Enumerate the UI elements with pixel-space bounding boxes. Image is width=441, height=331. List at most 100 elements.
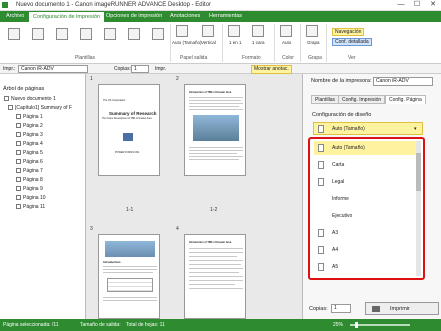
tree-page[interactable]: Página 1 [16, 114, 43, 120]
dropdown-item-label: Legal [332, 179, 345, 185]
page-size-icon [318, 178, 324, 186]
paper-size-combo[interactable]: Auto (Tamaño) ▾ [313, 122, 423, 135]
text-line [189, 150, 243, 151]
tree-page[interactable]: Página 8 [16, 177, 43, 183]
text-line [189, 284, 235, 285]
color-icon[interactable] [280, 25, 292, 37]
template-icon[interactable] [8, 28, 20, 40]
template-icon[interactable] [128, 28, 140, 40]
paper-size-label[interactable]: Auto (Tamaño) [172, 40, 202, 45]
page-icon [16, 159, 21, 165]
scrollbar-thumb[interactable] [416, 153, 421, 191]
page-icon [16, 168, 21, 174]
tree-page-label: Página 10 [23, 195, 46, 201]
template-icon[interactable] [32, 28, 44, 40]
orientation-label[interactable]: Vertical [201, 40, 216, 45]
copies-input[interactable]: 1 [131, 65, 149, 73]
text-line [189, 97, 243, 98]
tree-page[interactable]: Página 3 [16, 132, 43, 138]
tree-page[interactable]: Página 5 [16, 150, 43, 156]
printer-icon [372, 306, 380, 312]
page-thumbnail-1[interactable]: The UK Corporation Summary of Research T… [98, 84, 160, 176]
staple-label[interactable]: Grapa [307, 40, 320, 45]
color-label[interactable]: Auto [282, 40, 291, 45]
tab-herramientas[interactable]: Herramientas [205, 11, 246, 22]
template-icon[interactable] [104, 28, 116, 40]
close-button[interactable]: ✕ [425, 0, 441, 10]
print-button[interactable]: Imprimir [365, 302, 439, 315]
page-thumbnail-2[interactable]: Introduction of TBD of Greater Area [184, 84, 246, 176]
page-icon [16, 150, 21, 156]
dropdown-item-a4[interactable]: A4 [314, 243, 419, 257]
pages-per-sheet-icon[interactable] [228, 25, 240, 37]
ribbon-tabs: Archivo Configuración de impresión Opcio… [0, 11, 441, 22]
staple-icon[interactable] [306, 25, 318, 37]
app-icon [2, 2, 8, 8]
page-size-icon [318, 161, 324, 169]
tree-root[interactable]: Nuevo documento 1 [4, 96, 56, 102]
group-label-plantillas: Plantillas [74, 55, 95, 61]
page-preview-area[interactable]: 1 2 The UK Corporation Summary of Resear… [86, 74, 302, 319]
zoom-level: 25% [333, 322, 344, 328]
tab-anotaciones[interactable]: Anotaciones [166, 11, 204, 22]
dropdown-item-legal[interactable]: Legal [314, 175, 419, 189]
output-size-status: Tamaño de salida: [80, 322, 121, 328]
page-number: 4 [176, 226, 179, 232]
page-size-icon [318, 263, 324, 271]
orientation-icon[interactable] [202, 25, 214, 37]
tab-plantillas[interactable]: Plantillas [311, 95, 340, 104]
template-icon[interactable] [152, 28, 164, 40]
dropdown-item-ejecutivo[interactable]: Ejecutivo [314, 209, 419, 223]
navigation-toggle[interactable]: Navegación [332, 28, 365, 36]
tab-config-impresion[interactable]: Config. Impresión [338, 95, 386, 104]
minimize-button[interactable]: — [393, 0, 409, 10]
tab-configuracion-impresion[interactable]: Configuración de impresión [28, 11, 105, 22]
print-button[interactable]: Impr. [155, 66, 166, 72]
paper-size-icon[interactable] [176, 25, 188, 37]
tab-archivo[interactable]: Archivo [2, 11, 28, 22]
printer-name-select[interactable]: Canon iR-ADV [373, 77, 433, 86]
text-line [189, 103, 243, 104]
tree-page[interactable]: Página 7 [16, 168, 43, 174]
tab-opciones-impresion[interactable]: Opciones de impresión [102, 11, 166, 22]
text-line [103, 272, 153, 273]
zoom-slider-thumb[interactable] [355, 322, 358, 328]
copies-input[interactable]: 1 [331, 304, 351, 313]
page-number: 1 [90, 76, 93, 82]
tab-config-pagina[interactable]: Config. Página [385, 95, 426, 104]
tree-page[interactable]: Página 10 [16, 195, 46, 201]
photo-image [193, 115, 239, 141]
window-title: Nuevo documento 1 - Canon imageRUNNER AD… [16, 2, 211, 8]
tree-page[interactable]: Página 11 [16, 204, 45, 210]
dropdown-item-a5[interactable]: A5 [314, 260, 419, 274]
show-annotations-toggle[interactable]: Mostrar anotac. [251, 65, 292, 74]
tree-page[interactable]: Página 6 [16, 159, 43, 165]
tree-page-label: Página 11 [23, 204, 46, 210]
duplex-label[interactable]: 1 cara [252, 40, 265, 45]
dropdown-item-informe[interactable]: Informe [314, 192, 419, 206]
zoom-slider[interactable] [350, 324, 410, 326]
paper-size-dropdown[interactable]: Auto (Tamaño) Carta Legal Informe Ejecut… [308, 137, 425, 280]
dropdown-item-label: Carta [332, 162, 345, 168]
group-label-papel: Papel salida [180, 55, 208, 61]
group-separator [170, 24, 171, 62]
template-icon[interactable] [56, 28, 68, 40]
dropdown-item-auto[interactable]: Auto (Tamaño) [314, 141, 419, 155]
printer-name-label: Nombre de la impresora: [311, 78, 372, 84]
template-icon[interactable] [80, 28, 92, 40]
dropdown-item-label: Auto (Tamaño) [332, 145, 365, 151]
tree-page[interactable]: Página 9 [16, 186, 43, 192]
printer-select[interactable]: Canon iR-ADV [18, 65, 88, 73]
tree-page[interactable]: Página 4 [16, 141, 43, 147]
tree-chapter[interactable]: [Capítulo1] Summary of F [8, 105, 72, 111]
tree-page[interactable]: Página 2 [16, 123, 43, 129]
pages-per-sheet-label[interactable]: 1 en 1 [229, 40, 242, 45]
page-thumbnail-4[interactable]: Introduction of TBD of Greater Area [184, 234, 246, 319]
dropdown-item-a3[interactable]: A3 [314, 226, 419, 240]
maximize-button[interactable]: ☐ [409, 0, 425, 10]
duplex-icon[interactable] [252, 25, 264, 37]
detailed-settings-toggle[interactable]: Conf. detallada [332, 38, 372, 46]
doc-footer: POWER FORUM INC. [115, 151, 140, 154]
page-thumbnail-3[interactable]: Introduction [98, 234, 160, 319]
dropdown-item-carta[interactable]: Carta [314, 158, 419, 172]
